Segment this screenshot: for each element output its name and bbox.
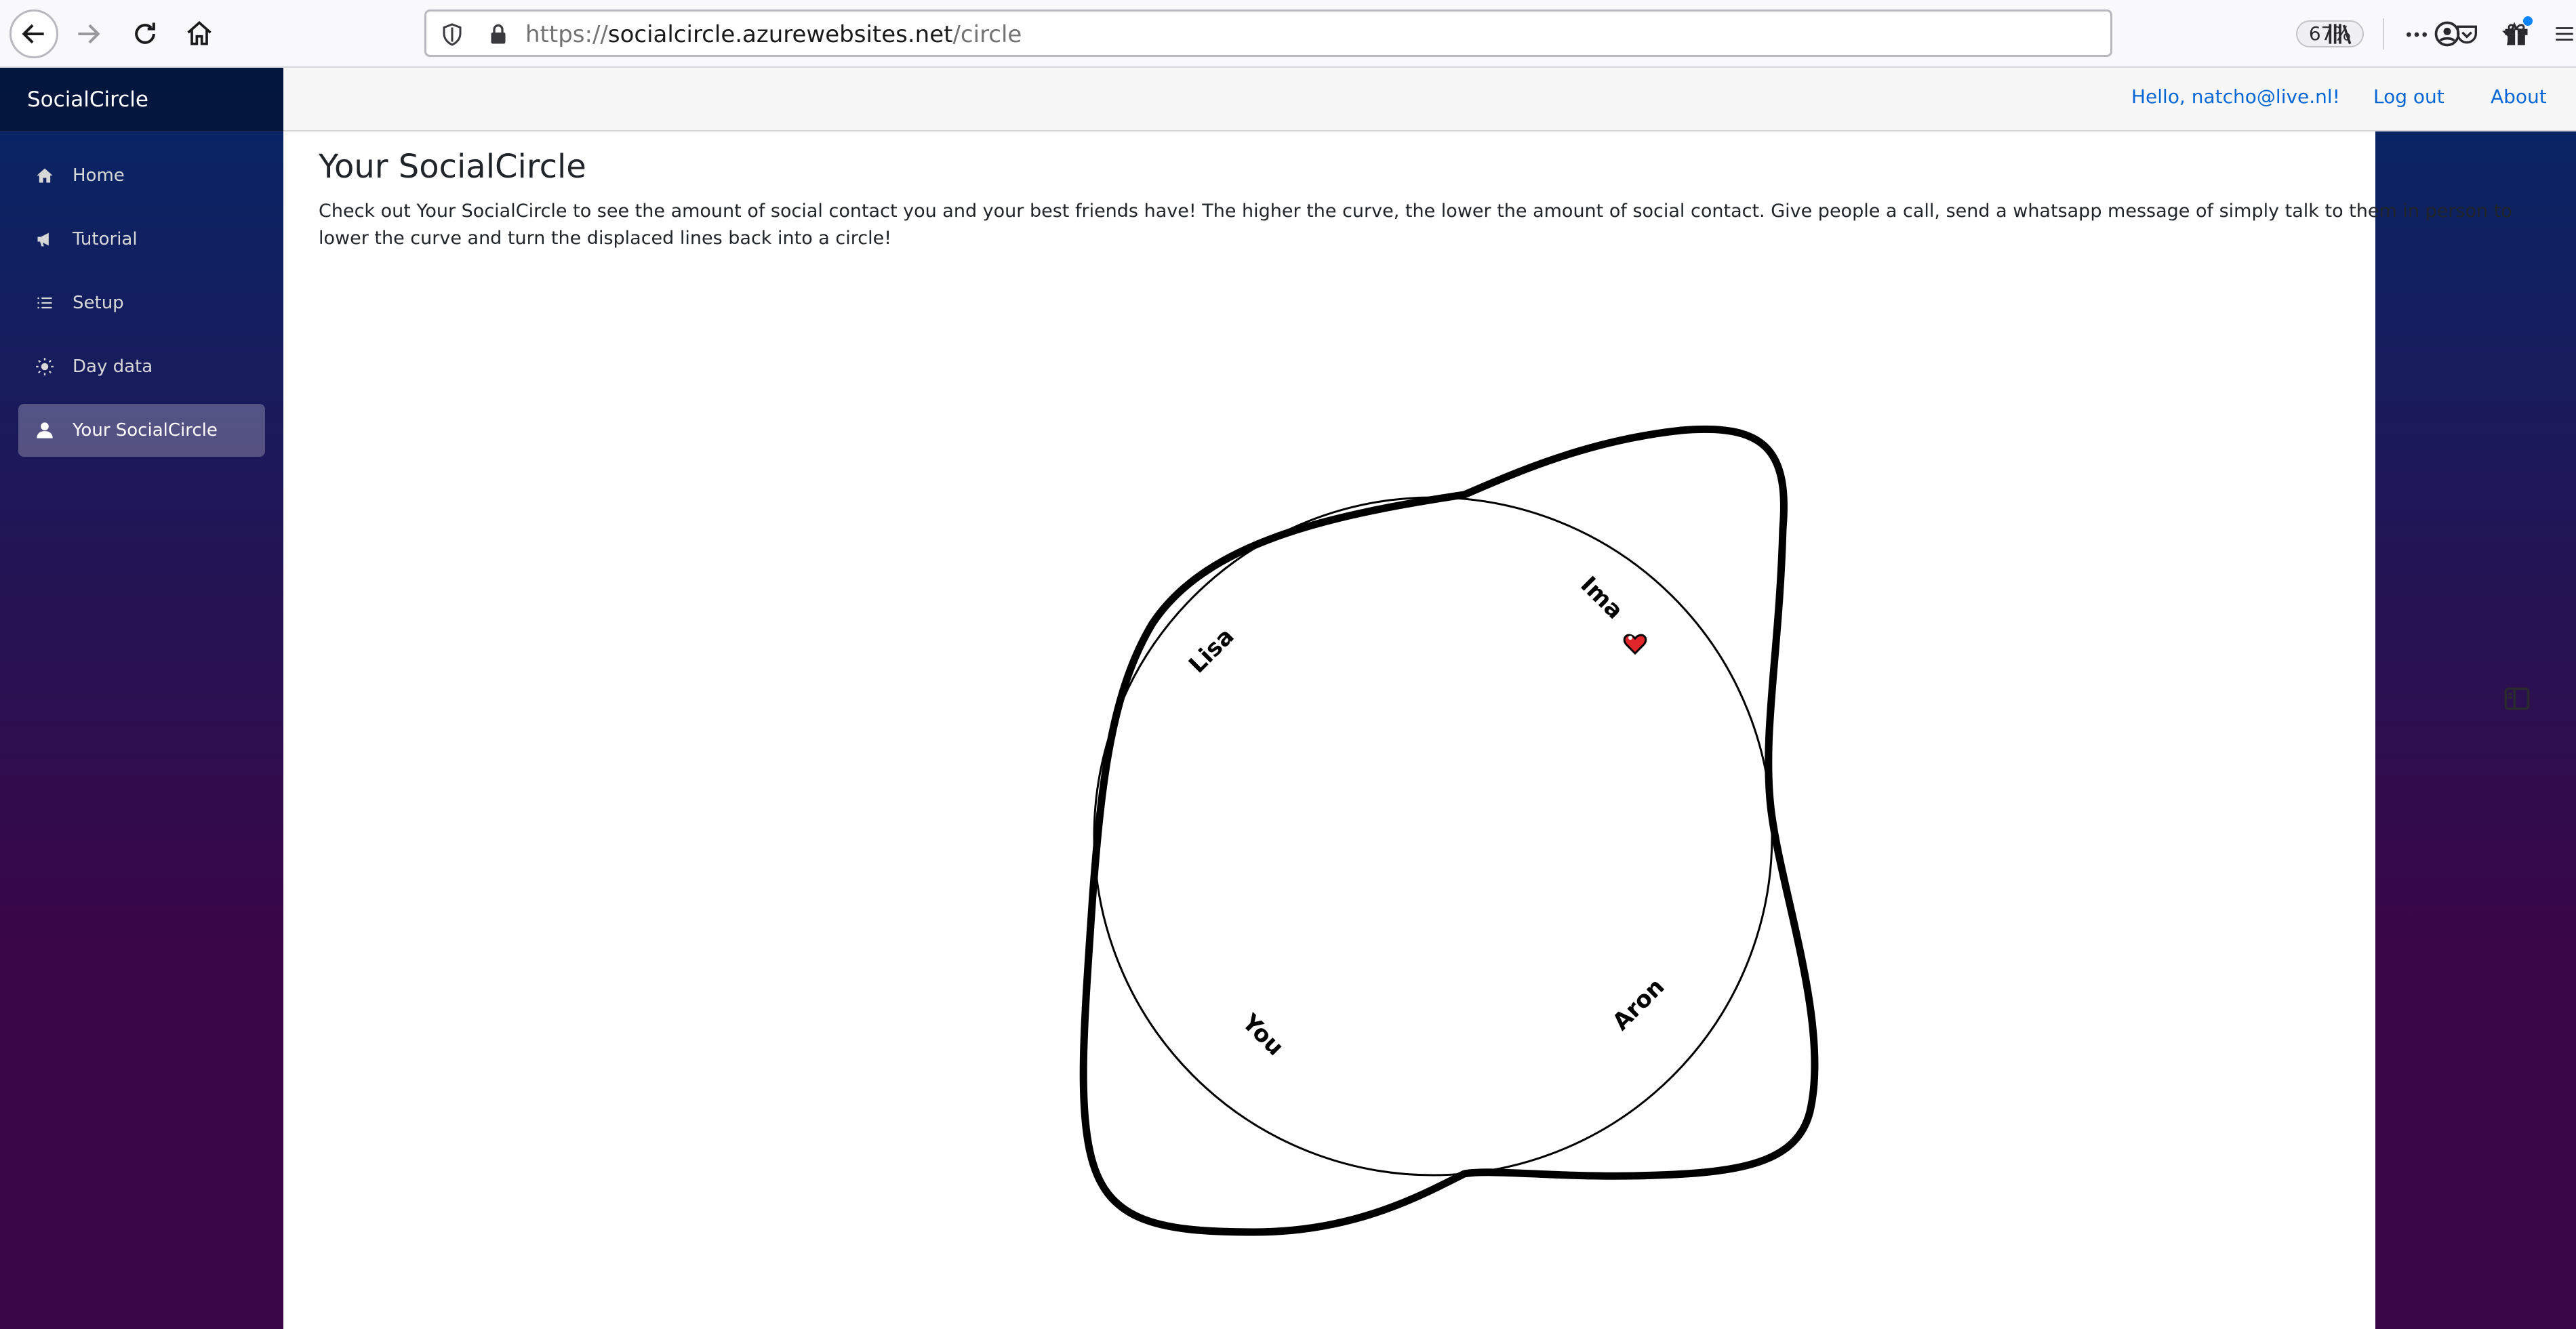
hamburger-menu-button[interactable] <box>2553 16 2576 52</box>
page-description: Check out Your SocialCircle to see the a… <box>319 201 2512 249</box>
home-icon <box>35 165 55 186</box>
sidebar-item-label: Home <box>73 165 125 186</box>
whats-new-button[interactable] <box>2499 16 2534 52</box>
reference-circle <box>1093 496 1773 1177</box>
hamburger-icon <box>2556 27 2573 41</box>
notification-dot <box>2523 16 2533 26</box>
library-button[interactable] <box>2322 16 2358 52</box>
browser-toolbar: https://socialcircle.azurewebsites.net/c… <box>0 0 2576 1329</box>
nav-menu: Home Tutorial Setup Day data Your Social… <box>0 131 283 457</box>
sidebar-item-setup[interactable]: Setup <box>18 277 265 329</box>
contact-name-ima: Ima <box>1575 571 1629 625</box>
sidebar-item-label: Day data <box>73 356 153 377</box>
lock-icon[interactable] <box>483 20 513 49</box>
library-icon <box>2329 24 2352 45</box>
url-path: /circle <box>952 21 1022 48</box>
url-prefix: https:// <box>525 21 608 48</box>
url-host: socialcircle.azurewebsites.net <box>607 21 953 48</box>
sidebar-item-label: Setup <box>73 293 124 313</box>
brand-bar: SocialCircle <box>0 68 283 131</box>
logout-link[interactable]: Log out <box>2373 85 2444 108</box>
address-bar[interactable]: https://socialcircle.azurewebsites.net/c… <box>424 9 2527 57</box>
url-divider <box>2383 18 2384 49</box>
contact-name-aron: Aron <box>1607 973 1670 1036</box>
page-actions-button[interactable] <box>2400 20 2433 49</box>
contact-name-lisa: Lisa <box>1184 623 1239 678</box>
forward-button[interactable] <box>64 9 113 58</box>
manage-account-link[interactable]: Hello, natcho@live.nl! <box>2131 85 2340 108</box>
more-dots-icon <box>2407 32 2427 37</box>
reload-icon <box>135 22 155 44</box>
megaphone-icon <box>35 229 55 249</box>
contact-name-you: You <box>1236 1008 1289 1061</box>
sidebar-item-tutorial[interactable]: Tutorial <box>18 213 265 266</box>
sidebar-item-day-data[interactable]: Day data <box>18 340 265 393</box>
sidebar: SocialCircle Home Tutorial Setup Day dat… <box>0 68 283 1329</box>
list-icon <box>35 293 55 313</box>
brand-link[interactable]: SocialCircle <box>27 87 148 112</box>
sidebar-item-your-socialcircle[interactable]: Your SocialCircle <box>18 404 265 457</box>
sun-icon <box>35 356 55 377</box>
person-icon <box>35 420 55 441</box>
page-title: Your SocialCircle <box>319 148 586 186</box>
tracking-shield-icon[interactable] <box>437 20 467 49</box>
contact-curve <box>1079 425 1819 1236</box>
home-button[interactable] <box>175 9 224 58</box>
heart-icon <box>1623 634 1647 655</box>
sidebar-item-home[interactable]: Home <box>18 149 265 202</box>
reload-button[interactable] <box>121 9 169 58</box>
sidebar-toggle-button[interactable] <box>2375 68 2576 1329</box>
top-row: Hello, natcho@live.nl! Log out About <box>283 68 2576 131</box>
account-button[interactable] <box>2430 16 2465 52</box>
arrow-left-icon <box>22 24 44 44</box>
sidebar-icon <box>2504 687 2530 710</box>
back-button[interactable] <box>9 9 58 58</box>
account-icon <box>2434 21 2460 47</box>
about-link[interactable]: About <box>2491 85 2547 108</box>
sidebar-item-label: Tutorial <box>73 229 138 249</box>
url-text[interactable]: https://socialcircle.azurewebsites.net/c… <box>525 21 1022 48</box>
home-icon <box>187 21 212 45</box>
sidebar-item-label: Your SocialCircle <box>73 420 218 441</box>
arrow-right-icon <box>78 24 100 44</box>
